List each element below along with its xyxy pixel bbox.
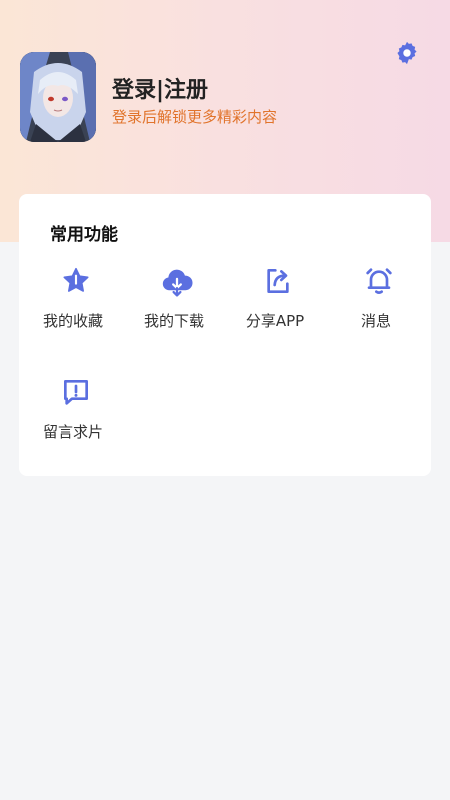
share-icon xyxy=(261,264,295,298)
message-alert-icon xyxy=(59,375,93,409)
downloads-button[interactable]: 我的下载 xyxy=(124,264,224,344)
bell-icon xyxy=(362,264,396,298)
favorites-button[interactable]: 我的收藏 xyxy=(23,264,123,344)
share-app-label: 分享APP xyxy=(245,312,305,330)
request-movie-button[interactable]: 留言求片 xyxy=(23,375,123,455)
cloud-download-icon xyxy=(160,264,194,298)
favorites-label: 我的收藏 xyxy=(42,312,103,330)
avatar-image xyxy=(20,52,96,142)
avatar[interactable] xyxy=(20,52,96,142)
login-register-link[interactable]: 登录|注册 xyxy=(112,72,208,104)
share-app-button[interactable]: 分享APP xyxy=(225,264,325,344)
messages-button[interactable]: 消息 xyxy=(326,264,426,344)
section-title: 常用功能 xyxy=(50,225,118,245)
star-icon xyxy=(59,264,93,298)
gear-icon xyxy=(397,41,417,65)
settings-button[interactable] xyxy=(392,38,422,68)
common-functions-card: 常用功能 我的收藏 我的下载 分享APP 消息 留言求片 xyxy=(19,194,431,476)
request-movie-label: 留言求片 xyxy=(42,423,103,441)
downloads-label: 我的下载 xyxy=(143,312,204,330)
messages-label: 消息 xyxy=(360,312,391,330)
login-hint-text: 登录后解锁更多精彩内容 xyxy=(112,108,278,126)
